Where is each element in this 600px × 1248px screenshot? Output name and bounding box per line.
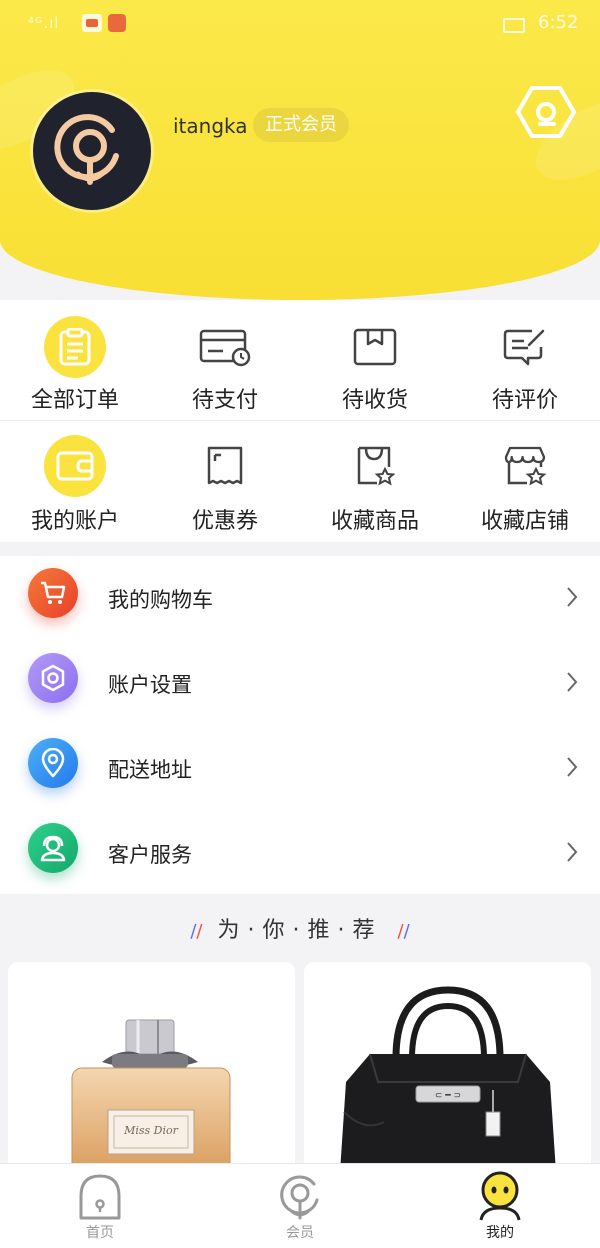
pending-receipt-button[interactable]: 待收货 — [300, 300, 450, 420]
chevron-right-icon — [567, 672, 578, 692]
avatar[interactable] — [33, 92, 151, 210]
wallet-icon — [44, 435, 106, 497]
chevron-right-icon — [567, 587, 578, 607]
svg-text:⊂ ━ ⊃: ⊂ ━ ⊃ — [435, 1091, 461, 1101]
recommend-title: 为·你·推·荐 — [217, 918, 383, 943]
brand-logo-icon — [54, 114, 119, 185]
face-icon — [479, 1171, 521, 1221]
headset-icon — [28, 823, 78, 873]
home-arch-icon — [79, 1174, 121, 1220]
grid-label: 收藏店铺 — [480, 509, 569, 534]
settings-button[interactable] — [514, 80, 578, 144]
menu-item-shipping-address[interactable]: 配送地址 — [0, 726, 600, 811]
grid-label: 待支付 — [191, 388, 258, 413]
handbag-image: ⊂ ━ ⊃ — [340, 986, 556, 1172]
grid-label: 待评价 — [491, 388, 558, 413]
coupons-button[interactable]: 优惠券 — [150, 421, 300, 542]
grid-label: 收藏商品 — [330, 509, 419, 534]
chevron-right-icon — [567, 757, 578, 777]
bag-star-icon — [344, 435, 406, 497]
notification-app-icon — [108, 14, 126, 32]
card-clock-icon — [194, 316, 256, 378]
battery-icon — [503, 18, 525, 33]
signal-indicator: ⁴ᴳ.ıl — [28, 14, 60, 32]
box-icon — [344, 316, 406, 378]
tab-label: 首页 — [86, 1225, 114, 1241]
svg-text:Miss Dior: Miss Dior — [123, 1124, 179, 1137]
decor-slash-icon: // — [190, 921, 203, 942]
tab-label: 我的 — [486, 1225, 514, 1241]
cart-icon — [28, 568, 78, 618]
member-pin-icon — [280, 1175, 319, 1220]
profile-header: ⁴ᴳ.ıl 6:52 itangka 正式会员 — [0, 0, 600, 300]
location-pin-icon — [28, 738, 78, 788]
comment-edit-icon — [494, 316, 556, 378]
menu-item-cart[interactable]: 我的购物车 — [0, 556, 600, 641]
pending-review-button[interactable]: 待评价 — [450, 300, 600, 420]
notification-app-icon — [82, 14, 102, 32]
status-time: 6:52 — [538, 12, 579, 33]
menu-label: 账户设置 — [108, 673, 192, 697]
menu-item-account-settings[interactable]: 账户设置 — [0, 641, 600, 726]
menu-label: 客户服务 — [108, 843, 192, 867]
favorite-products-button[interactable]: 收藏商品 — [300, 421, 450, 542]
grid-label: 优惠券 — [191, 509, 258, 534]
store-star-icon — [494, 435, 556, 497]
clipboard-icon — [44, 316, 106, 378]
decor-slash-icon: // — [397, 921, 410, 942]
tab-member[interactable]: 会员 — [200, 1164, 400, 1248]
pending-payment-button[interactable]: 待支付 — [150, 300, 300, 420]
menu-item-customer-service[interactable]: 客户服务 — [0, 811, 600, 896]
status-bar: ⁴ᴳ.ıl 6:52 — [0, 0, 600, 46]
grid-label: 待收货 — [341, 388, 408, 413]
menu-label: 配送地址 — [108, 758, 192, 782]
gear-icon — [28, 653, 78, 703]
tab-home[interactable]: 首页 — [0, 1164, 200, 1248]
product-card[interactable]: ⊂ ━ ⊃ — [304, 962, 591, 1172]
chevron-right-icon — [567, 842, 578, 862]
recommend-heading: // 为·你·推·荐 // — [0, 912, 600, 944]
my-account-button[interactable]: 我的账户 — [0, 421, 150, 542]
grid-label: 我的账户 — [30, 509, 119, 534]
assets-grid: 我的账户 优惠券 收藏商品 收藏店铺 — [0, 421, 600, 542]
grid-label: 全部订单 — [30, 388, 119, 413]
perfume-image: Miss Dior — [71, 1019, 231, 1172]
bottom-tab-bar: 首页 会员 我的 — [0, 1163, 600, 1248]
favorite-stores-button[interactable]: 收藏店铺 — [450, 421, 600, 542]
tab-mine[interactable]: 我的 — [400, 1164, 600, 1248]
username: itangka — [173, 114, 248, 138]
orders-grid: 全部订单 待支付 待收货 待评价 — [0, 300, 600, 421]
product-card[interactable]: Miss Dior — [8, 962, 295, 1172]
settings-menu: 我的购物车 账户设置 配送地址 客户服务 — [0, 556, 600, 894]
member-badge: 正式会员 — [253, 108, 349, 142]
tab-label: 会员 — [286, 1225, 314, 1241]
menu-label: 我的购物车 — [108, 588, 213, 612]
coupon-icon — [194, 435, 256, 497]
hexagon-settings-icon — [516, 86, 576, 138]
all-orders-button[interactable]: 全部订单 — [0, 300, 150, 420]
